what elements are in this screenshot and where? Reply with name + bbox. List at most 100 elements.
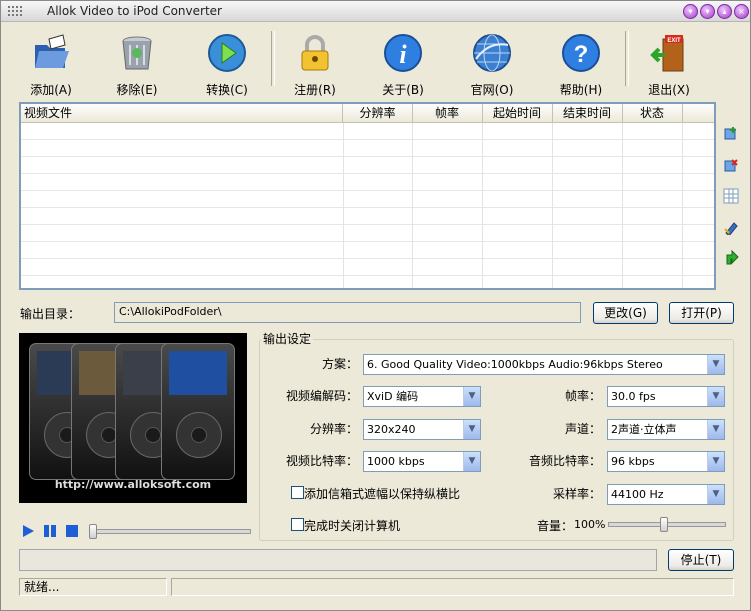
website-button[interactable]: 官网(O) [452, 29, 532, 97]
audio-bitrate-select[interactable]: 96 kbps ▼ [607, 451, 725, 472]
channels-select[interactable]: 2声道·立体声 ▼ [607, 419, 725, 440]
resolution-select[interactable]: 320x240 ▼ [363, 419, 481, 440]
remove-button[interactable]: 移除(E) [97, 29, 177, 97]
video-codec-value: XviD 编码 [367, 390, 419, 403]
letterbox-checkbox[interactable] [291, 486, 304, 499]
ipod-image [161, 343, 235, 480]
website-url: http://www.alloksoft.com [54, 478, 212, 491]
output-settings-title: 输出设定 [261, 330, 314, 347]
status-text: 就绪... [19, 578, 167, 596]
clear-list-icon[interactable] [723, 219, 739, 235]
chevron-down-icon[interactable]: ▼ [707, 485, 724, 504]
exit-door-icon: EXIT [650, 35, 684, 72]
audio-bitrate-value: 96 kbps [611, 455, 655, 468]
list-row [21, 140, 714, 157]
output-path-field[interactable]: C:\AllokiPodFolder\ [114, 302, 581, 323]
convert-button[interactable]: 转换(C) [187, 29, 267, 97]
list-row [21, 208, 714, 225]
list-row [21, 191, 714, 208]
register-button[interactable]: 注册(R) [275, 29, 355, 97]
change-dir-button[interactable]: 更改(G) [593, 302, 658, 324]
list-row [21, 242, 714, 259]
channels-value: 2声道·立体声 [611, 423, 677, 436]
help-label: 帮助(H) [559, 83, 603, 97]
video-codec-select[interactable]: XviD 编码 ▼ [363, 386, 481, 407]
play-circle-icon [208, 34, 246, 72]
frame-rate-label: 帧率： [565, 389, 602, 403]
volume-value: 100% [574, 518, 606, 531]
app-menu-icon[interactable] [7, 5, 25, 17]
window-title: Allok Video to iPod Converter [47, 4, 222, 18]
list-row [21, 225, 714, 242]
progress-bar [19, 549, 657, 571]
refresh-arrow-icon[interactable] [723, 249, 739, 265]
column-header-end-time[interactable]: 结束时间 [552, 104, 623, 122]
preview-pane: http://www.alloksoft.com [19, 333, 247, 503]
pause-icon[interactable] [43, 524, 57, 538]
exit-sign-text: EXIT [667, 38, 681, 44]
file-list-body [21, 123, 714, 293]
column-header-start-time[interactable]: 起始时间 [482, 104, 553, 122]
svg-text:i: i [399, 40, 407, 69]
chevron-down-icon[interactable]: ▼ [463, 452, 480, 471]
stop-icon[interactable] [65, 524, 79, 538]
pin-icon[interactable]: ▾ [683, 4, 698, 19]
about-button[interactable]: i 关于(B) [363, 29, 443, 97]
list-row [21, 157, 714, 174]
shutdown-checkbox[interactable] [291, 518, 304, 531]
file-list[interactable]: 视频文件 分辨率 帧率 起始时间 结束时间 状态 [19, 102, 716, 293]
channels-label: 声道： [565, 422, 602, 436]
maximize-icon[interactable]: ▴ [717, 4, 732, 19]
resolution-value: 320x240 [367, 423, 416, 436]
svg-text:?: ? [574, 41, 589, 68]
add-button[interactable]: 添加(A) [11, 29, 91, 97]
status-bar: 就绪... [1, 576, 750, 598]
seek-bar[interactable] [89, 529, 251, 534]
chevron-down-icon[interactable]: ▼ [707, 387, 724, 406]
open-dir-button[interactable]: 打开(P) [669, 302, 734, 324]
folder-open-icon [35, 34, 69, 68]
app-window: Allok Video to iPod Converter ▾ ▾ ▴ × 添加… [0, 0, 751, 611]
minimize-icon[interactable]: ▾ [700, 4, 715, 19]
column-header-frame-rate[interactable]: 帧率 [412, 104, 483, 122]
chevron-down-icon[interactable]: ▼ [463, 387, 480, 406]
video-bitrate-select[interactable]: 1000 kbps ▼ [363, 451, 481, 472]
lock-icon [301, 35, 329, 71]
grid-icon[interactable] [723, 188, 739, 204]
resolution-label: 分辨率： [310, 422, 359, 436]
list-row [21, 174, 714, 191]
chevron-down-icon[interactable]: ▼ [463, 420, 480, 439]
file-list-header: 视频文件 分辨率 帧率 起始时间 结束时间 状态 [21, 104, 714, 123]
remove-file-icon[interactable] [723, 157, 739, 173]
play-icon[interactable] [21, 524, 35, 538]
column-header-status[interactable]: 状态 [622, 104, 683, 122]
chevron-down-icon[interactable]: ▼ [707, 420, 724, 439]
profile-select[interactable]: 6. Good Quality Video:1000kbps Audio:96k… [363, 354, 725, 375]
exit-button[interactable]: EXIT 退出(X) [629, 29, 709, 97]
volume-thumb[interactable] [660, 517, 668, 532]
frame-rate-select[interactable]: 30.0 fps ▼ [607, 386, 725, 407]
trash-icon [122, 36, 152, 70]
chevron-down-icon[interactable]: ▼ [707, 452, 724, 471]
column-gridline [682, 123, 683, 288]
stop-button[interactable]: 停止(T) [668, 549, 734, 571]
title-bar: Allok Video to iPod Converter ▾ ▾ ▴ × [1, 1, 750, 22]
help-button[interactable]: ? 帮助(H) [541, 29, 621, 97]
column-header-video-file[interactable]: 视频文件 [21, 104, 343, 122]
add-file-icon[interactable] [723, 125, 739, 141]
toolbar: 添加(A) 移除(E) 转换(C) 注册(R) i 关于(B) 官网(O) ? … [1, 21, 750, 97]
sample-rate-select[interactable]: 44100 Hz ▼ [607, 484, 725, 505]
letterbox-label: 添加信箱式遮幅以保持纵横比 [304, 487, 461, 501]
list-row [21, 123, 714, 140]
seek-thumb[interactable] [89, 524, 97, 539]
sample-rate-label: 采样率： [553, 487, 602, 501]
audio-bitrate-label: 音频比特率： [529, 454, 602, 468]
column-gridline [482, 123, 483, 288]
add-label: 添加(A) [30, 83, 72, 97]
chevron-down-icon[interactable]: ▼ [707, 355, 724, 374]
exit-label: 退出(X) [648, 83, 690, 97]
column-header-resolution[interactable]: 分辨率 [343, 104, 413, 122]
close-icon[interactable]: × [734, 4, 749, 19]
shutdown-label: 完成时关闭计算机 [304, 519, 401, 533]
list-row [21, 259, 714, 276]
